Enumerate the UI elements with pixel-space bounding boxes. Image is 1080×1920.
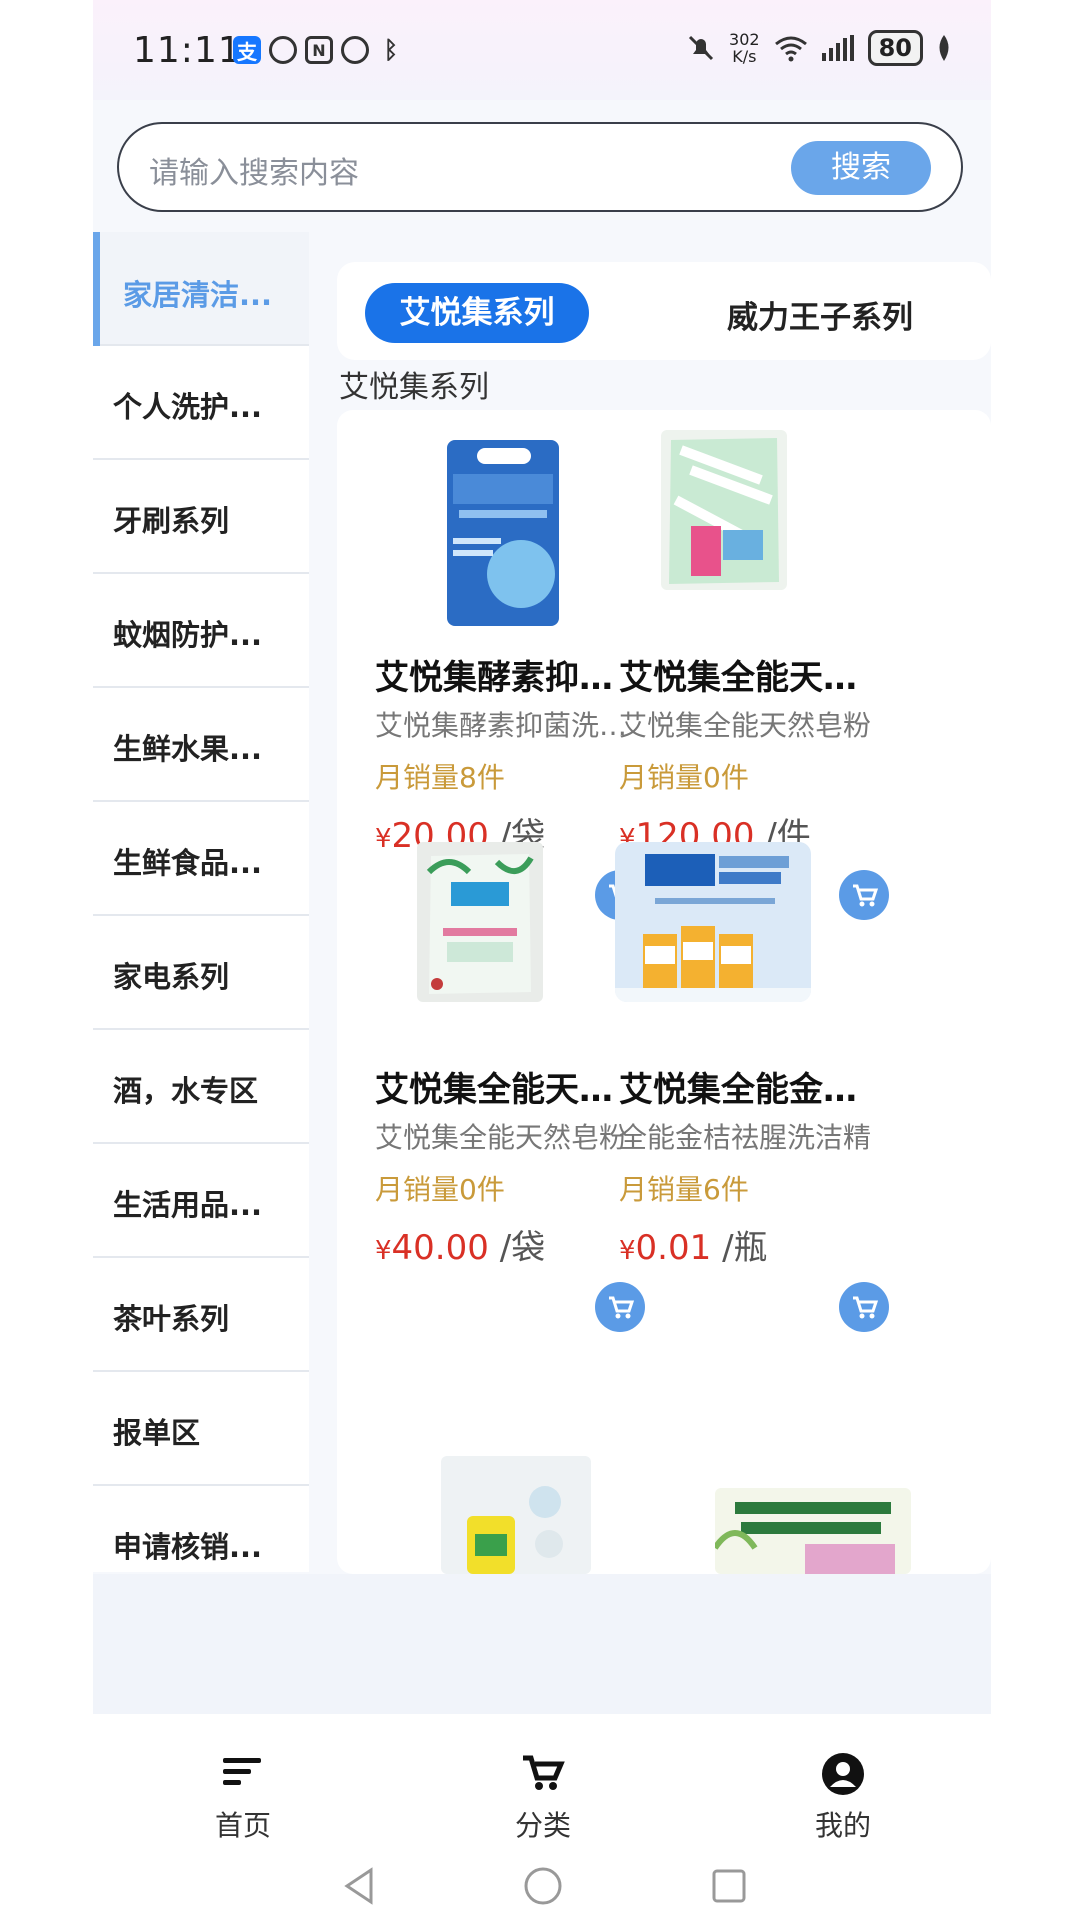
product-image[interactable] <box>715 1488 911 1574</box>
product-sales: 月销量0件 <box>375 1173 505 1206</box>
back-icon[interactable] <box>339 1866 379 1906</box>
status-bar: 11:11 支 N ᛒ 302 K/s 80 <box>93 0 991 100</box>
sidebar-item-order[interactable]: 报单区 <box>93 1372 309 1486</box>
app-screen: 11:11 支 N ᛒ 302 K/s 80 请输入搜索内容 搜索 家居清洁...… <box>93 0 991 1920</box>
system-navigation-bar <box>93 1854 991 1920</box>
product-sales: 月销量8件 <box>375 761 505 794</box>
section-title: 艾悦集系列 <box>339 370 489 405</box>
network-speed: 302 K/s <box>729 30 760 66</box>
sidebar-item-tea[interactable]: 茶叶系列 <box>93 1258 309 1372</box>
series-tabs: 艾悦集系列 威力王子系列 <box>337 262 991 360</box>
alarm-icon <box>341 36 369 64</box>
tab-weili-wangzi[interactable]: 威力王子系列 <box>727 292 913 337</box>
recents-icon[interactable] <box>709 1866 749 1906</box>
sidebar-item-home-cleaning[interactable]: 家居清洁... <box>93 232 309 346</box>
product-description: 全能金桔祛腥洗洁精 <box>619 1121 872 1154</box>
product-description: 艾悦集全能天然皂粉 <box>619 709 872 742</box>
product-name: 艾悦集全能天然皂粉 <box>619 658 889 698</box>
product-card[interactable]: 艾悦集全能金桔洗洁精 全能金桔祛腥洗洁精 月销量6件 ¥0.01 /瓶 <box>581 822 889 1332</box>
bottom-navigation: 首页 分类 我的 <box>93 1714 991 1854</box>
search-button[interactable]: 搜索 <box>791 141 931 195</box>
cart-icon <box>853 1296 879 1319</box>
add-to-cart-button[interactable] <box>839 1282 889 1332</box>
product-image[interactable] <box>417 842 543 1002</box>
search-bar: 请输入搜索内容 搜索 <box>117 122 963 212</box>
product-grid: 艾悦集酵素抑菌洗衣粉 艾悦集酵素抑菌洗衣粉 月销量8件 ¥20.00 /袋 艾悦… <box>337 410 991 1574</box>
nav-home[interactable]: 首页 <box>173 1734 313 1844</box>
sidebar-item-mosquito[interactable]: 蚊烟防护... <box>93 574 309 688</box>
wifi-icon <box>774 36 807 62</box>
product-price: ¥40.00 /袋 <box>375 1228 546 1268</box>
signal-icon <box>821 35 854 61</box>
app-icon <box>269 36 297 64</box>
status-notification-icons: 支 N ᛒ <box>233 36 405 64</box>
alipay-icon: 支 <box>233 36 261 64</box>
leaf-icon <box>939 35 949 61</box>
battery-indicator: 80 <box>867 30 923 66</box>
nfc-icon: N <box>305 36 333 64</box>
cart-icon <box>523 1755 565 1790</box>
product-image[interactable] <box>441 1456 591 1574</box>
status-time: 11:11 <box>133 30 242 71</box>
sidebar-item-redeem[interactable]: 申请核销... <box>93 1486 309 1572</box>
tab-aiyueji[interactable]: 艾悦集系列 <box>365 283 589 343</box>
sidebar-item-personal-care[interactable]: 个人洗护... <box>93 346 309 460</box>
mute-icon <box>688 35 714 61</box>
product-image[interactable] <box>615 842 811 1002</box>
product-image[interactable] <box>429 434 579 628</box>
menu-icon <box>223 1758 261 1785</box>
search-input[interactable]: 请输入搜索内容 <box>149 148 359 192</box>
user-icon <box>822 1753 864 1795</box>
nav-profile[interactable]: 我的 <box>773 1734 913 1844</box>
status-system-icons: 302 K/s 80 <box>687 30 951 66</box>
bluetooth-icon: ᛒ <box>383 36 399 64</box>
sidebar-item-fresh-food[interactable]: 生鲜食品... <box>93 802 309 916</box>
product-name: 艾悦集全能金桔洗洁精 <box>619 1070 889 1110</box>
sidebar-item-appliances[interactable]: 家电系列 <box>93 916 309 1030</box>
bottom-spacer <box>93 1574 991 1714</box>
sidebar-item-fresh-fruit[interactable]: 生鲜水果... <box>93 688 309 802</box>
sidebar-item-daily-goods[interactable]: 生活用品... <box>93 1144 309 1258</box>
nav-category[interactable]: 分类 <box>473 1734 613 1844</box>
category-sidebar: 家居清洁... 个人洗护... 牙刷系列 蚊烟防护... 生鲜水果... 生鲜食… <box>93 232 309 1572</box>
product-price: ¥0.01 /瓶 <box>619 1228 768 1268</box>
sidebar-item-drinks[interactable]: 酒，水专区 <box>93 1030 309 1144</box>
product-image[interactable] <box>661 430 787 590</box>
home-circle-icon[interactable] <box>523 1866 563 1906</box>
product-sales: 月销量6件 <box>619 1173 749 1206</box>
product-sales: 月销量0件 <box>619 761 749 794</box>
sidebar-item-toothbrush[interactable]: 牙刷系列 <box>93 460 309 574</box>
